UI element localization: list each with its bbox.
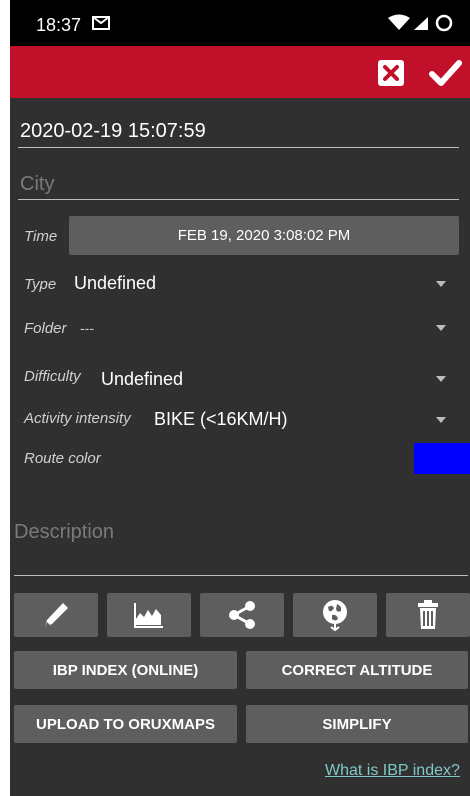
altitude-chart-icon [134,603,163,628]
globe-upload-icon [323,600,347,631]
share-button[interactable] [200,593,284,637]
city-input[interactable]: City [20,173,54,196]
status-time: 18:37 [36,15,82,35]
difficulty-label: Difficulty [24,368,81,385]
ibp-index-button[interactable]: IBP INDEX (ONLINE) [14,651,237,689]
share-icon [229,601,255,629]
type-label: Type [24,276,57,293]
difficulty-dropdown-arrow-icon[interactable] [436,376,446,382]
altitude-chart-button[interactable] [107,593,191,637]
edit-button[interactable] [14,593,98,637]
simplify-button[interactable]: SIMPLIFY [246,705,468,743]
route-color-label: Route color [24,450,101,467]
folder-label: Folder [24,320,67,337]
status-bar: 18:37 [10,0,470,46]
edit-pencil-icon [45,603,68,627]
difficulty-dropdown[interactable]: Undefined [101,369,183,390]
cancel-icon[interactable] [374,56,408,90]
upload-oruxmaps-button[interactable]: UPLOAD TO ORUXMAPS [14,705,237,743]
signal-battery-icons [388,14,453,32]
type-dropdown[interactable]: Undefined [74,273,156,294]
toolbar [10,46,470,98]
trash-icon [418,600,438,629]
cell-signal-icon [414,17,428,30]
phone-screen: 18:37 2020-02-19 15:07:59 City Time FEB … [10,0,470,796]
confirm-check-icon[interactable] [428,56,462,90]
battery-icon [435,14,453,32]
time-button[interactable]: FEB 19, 2020 3:08:02 PM [69,216,459,255]
route-color-swatch[interactable] [414,443,470,474]
activity-dropdown-arrow-icon[interactable] [436,417,446,423]
upload-globe-button[interactable] [293,593,377,637]
type-dropdown-arrow-icon[interactable] [436,281,446,287]
track-name-input[interactable]: 2020-02-19 15:07:59 [20,120,206,143]
folder-dropdown-arrow-icon[interactable] [436,325,446,331]
folder-dropdown[interactable]: --- [80,320,94,336]
activity-intensity-dropdown[interactable]: BIKE (<16KM/H) [154,409,288,430]
wifi-icon [388,14,410,30]
activity-intensity-label: Activity intensity [24,410,131,427]
description-input[interactable]: Description [14,521,114,544]
delete-button[interactable] [386,593,470,637]
correct-altitude-button[interactable]: CORRECT ALTITUDE [246,651,468,689]
ibp-info-link[interactable]: What is IBP index? [325,762,460,780]
mail-icon [92,16,110,30]
city-underline [18,199,459,200]
name-underline [18,147,459,148]
time-label: Time [24,228,58,245]
description-underline [14,575,468,576]
